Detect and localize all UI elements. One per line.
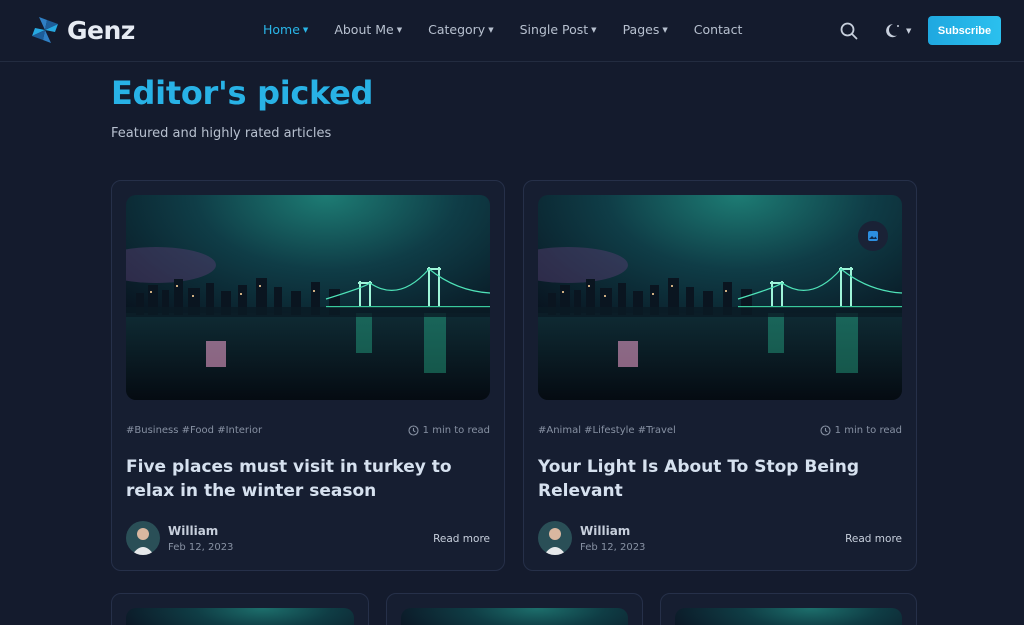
nav-item-label: Pages <box>622 22 660 37</box>
logo[interactable]: Genz <box>29 14 135 46</box>
clock-icon <box>408 425 419 436</box>
caret-down-icon: ▼ <box>662 25 668 34</box>
article-card[interactable] <box>111 593 369 625</box>
author[interactable]: William Feb 12, 2023 <box>126 521 233 555</box>
article-image[interactable] <box>126 608 354 625</box>
article-title[interactable]: Five places must visit in turkey to rela… <box>126 455 496 503</box>
nav-item-label: Home <box>263 22 300 37</box>
caret-down-icon: ▼ <box>488 25 494 34</box>
author-name[interactable]: William <box>168 524 233 538</box>
post-date: Feb 12, 2023 <box>168 541 234 553</box>
nav-item-pages[interactable]: Pages ▼ <box>623 22 668 37</box>
article-card[interactable] <box>660 593 917 625</box>
caret-down-icon: ▼ <box>591 25 597 34</box>
caret-down-icon: ▼ <box>396 25 403 34</box>
read-time-text: 1 min to read <box>834 425 902 436</box>
read-time-text: 1 min to read <box>422 425 490 436</box>
search-button[interactable] <box>838 20 860 42</box>
nav-item-contact[interactable]: Contact <box>694 22 743 37</box>
article-tags[interactable]: #Animal #Lifestyle #Travel <box>538 425 676 436</box>
brand-name: Genz <box>67 15 135 45</box>
post-date: Feb 12, 2023 <box>580 541 646 553</box>
caret-down-icon: ▼ <box>906 27 912 35</box>
pinwheel-logo-icon <box>32 17 58 43</box>
moon-icon <box>886 24 899 38</box>
nav-item-label: Single Post <box>519 22 589 37</box>
avatar <box>538 521 572 555</box>
image-badge[interactable] <box>858 221 888 251</box>
section-title: Editor's picked <box>111 74 374 112</box>
read-more-label: Read more <box>433 533 490 545</box>
article-image[interactable] <box>401 608 628 625</box>
site-header: Genz Home ▼ About Me ▼ Category ▼ Single Po… <box>0 0 1024 62</box>
article-card[interactable]: #Animal #Lifestyle #Travel 1 min to read… <box>523 180 917 571</box>
caret-down-icon: ▼ <box>302 25 309 34</box>
nav-item-home[interactable]: Home ▼ <box>263 22 308 37</box>
article-tags[interactable]: #Business #Food #Interior <box>126 425 262 436</box>
subscribe-button[interactable]: Subscribe <box>928 16 1001 45</box>
article-title[interactable]: Your Light Is About To Stop Being Releva… <box>538 455 908 503</box>
image-icon <box>868 231 878 241</box>
theme-toggle[interactable]: ▼ <box>885 20 913 42</box>
section-subtitle: Featured and highly rated articles <box>111 126 332 141</box>
nav-item-label: Category <box>428 22 486 37</box>
nav-item-about-me[interactable]: About Me ▼ <box>334 22 402 37</box>
article-card[interactable]: #Business #Food #Interior 1 min to read … <box>111 180 505 571</box>
article-image[interactable] <box>538 195 902 400</box>
article-image[interactable] <box>126 195 490 400</box>
clock-icon <box>820 425 831 436</box>
author-name[interactable]: William <box>580 524 645 538</box>
author[interactable]: William Feb 12, 2023 <box>538 521 645 555</box>
article-card[interactable] <box>386 593 643 625</box>
avatar <box>126 521 160 555</box>
nav-item-label: About Me <box>334 22 394 37</box>
main-nav: Home ▼ About Me ▼ Category ▼ Single Post ▼ P… <box>263 22 768 37</box>
article-image[interactable] <box>675 608 902 625</box>
nav-item-label: Contact <box>693 22 743 37</box>
nav-item-category[interactable]: Category ▼ <box>428 22 494 37</box>
search-icon <box>840 22 858 40</box>
nav-item-single-post[interactable]: Single Post ▼ <box>520 22 597 37</box>
read-more-link[interactable]: Read more <box>829 523 902 557</box>
read-more-link[interactable]: Read more <box>417 523 490 557</box>
read-more-label: Read more <box>845 533 902 545</box>
read-time: 1 min to read <box>408 425 490 436</box>
read-time: 1 min to read <box>820 425 902 436</box>
